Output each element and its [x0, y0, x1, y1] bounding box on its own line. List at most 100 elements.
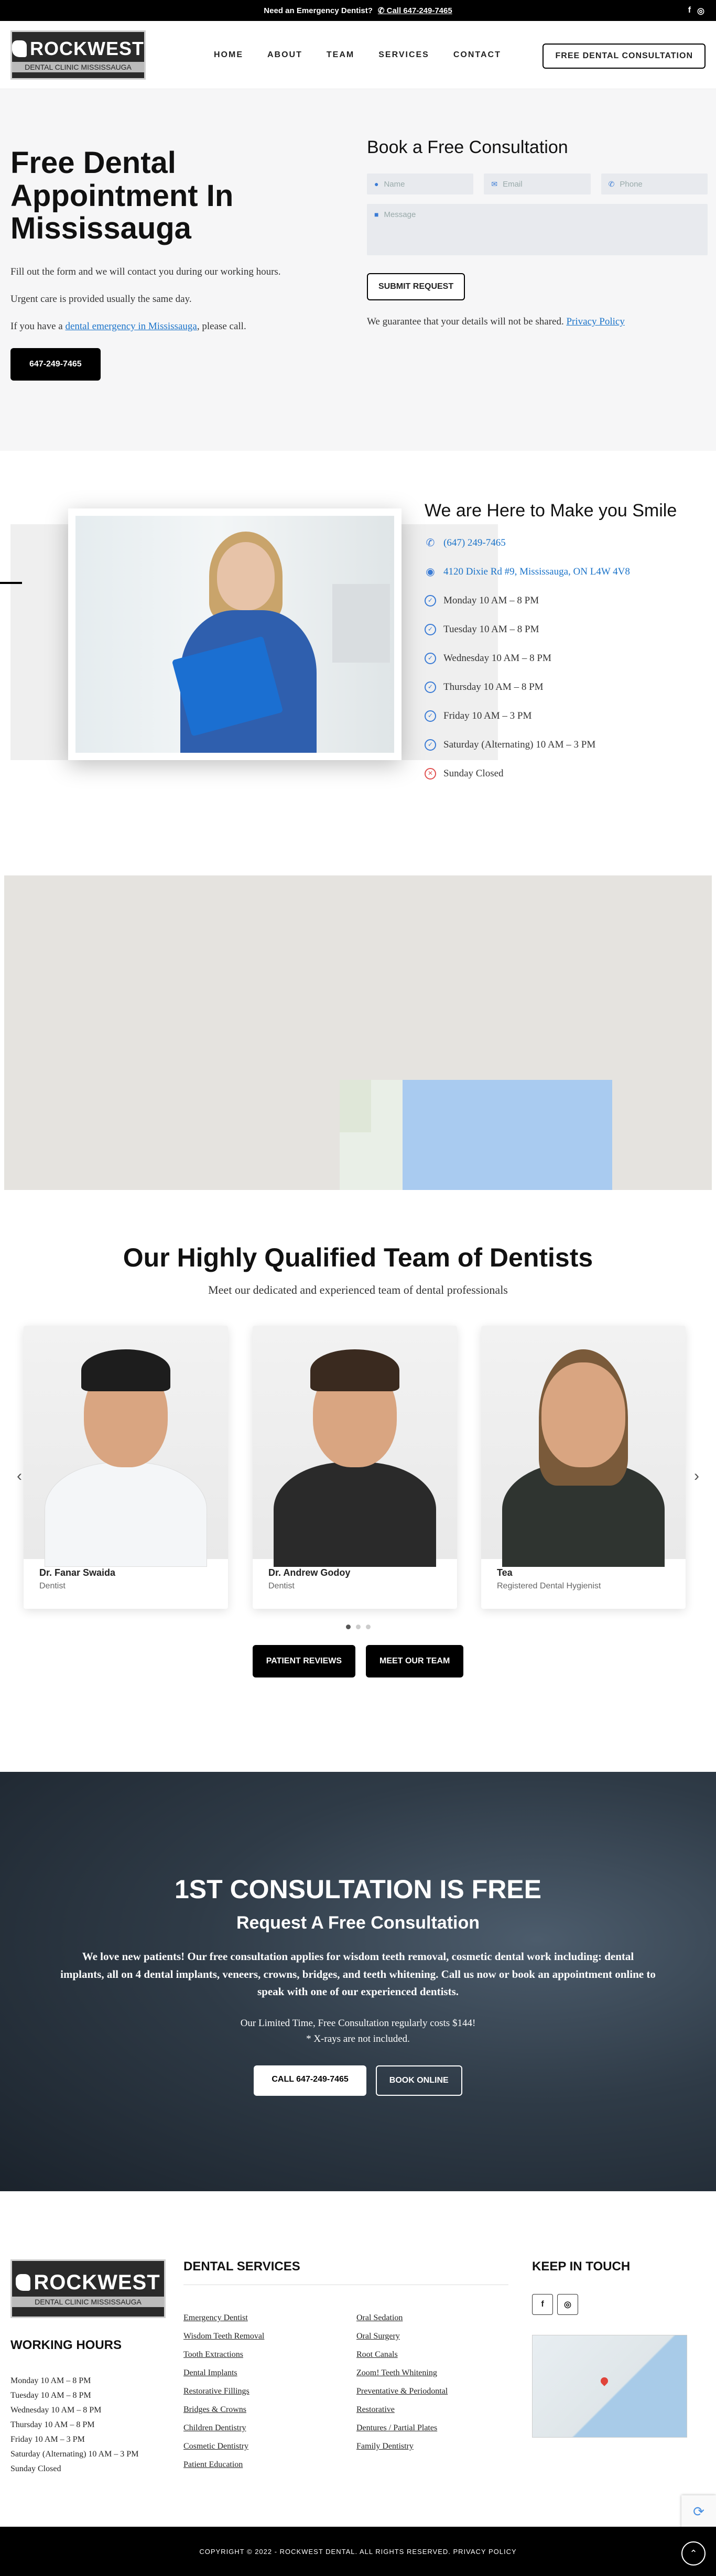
contact-info-section: We are Here to Make you Smile ✆ (647) 249… [0, 451, 716, 828]
service-link[interactable]: Family Dentistry [356, 2442, 508, 2451]
dentist-photo [24, 1326, 228, 1567]
footer-map[interactable] [532, 2335, 687, 2438]
team-carousel: ‹ Dr. Fanar Swaida Dentist Dr. Andrew Go… [0, 1326, 716, 1619]
check-icon: ✓ [425, 710, 436, 722]
service-link[interactable]: Emergency Dentist [183, 2313, 356, 2323]
hygienist-photo [481, 1326, 686, 1567]
nav-home[interactable]: HOME [214, 50, 243, 60]
service-link[interactable]: Preventative & Periodontal [356, 2387, 508, 2396]
map-pin-icon: ◉ [426, 566, 435, 578]
copyright-bar: COPYRIGHT © 2022 - ROCKWEST DENTAL. ALL … [0, 2527, 716, 2576]
carousel-dots [0, 1625, 716, 1629]
check-icon: ✓ [425, 594, 436, 607]
service-link[interactable]: Restorative Fillings [183, 2387, 356, 2396]
team-title: Our Highly Qualified Team of Dentists [123, 1243, 593, 1272]
service-link[interactable]: Tooth Extractions [183, 2350, 356, 2359]
emergency-link[interactable]: dental emergency in Mississauga [65, 321, 197, 332]
call-button[interactable]: CALL 647-249-7465 [254, 2065, 366, 2096]
hero-title: Free Dental Appointment In Mississauga [10, 146, 234, 246]
service-link[interactable]: Dentures / Partial Plates [356, 2423, 508, 2433]
main-nav: HOME ABOUT TEAM SERVICES CONTACT [214, 50, 501, 60]
contact-details: We are Here to Make you Smile ✆ (647) 249… [425, 501, 708, 788]
check-icon: ✓ [425, 623, 436, 635]
meet-team-button[interactable]: MEET OUR TEAM [366, 1645, 464, 1677]
nav-services[interactable]: SERVICES [378, 50, 429, 60]
scroll-to-top-button[interactable]: ⌃ [681, 2541, 706, 2566]
hours-sunday: ✕ Sunday Closed [425, 759, 708, 788]
receptionist-photo [68, 508, 402, 760]
chevron-right-icon[interactable]: › [694, 1467, 699, 1485]
team-card[interactable]: Dr. Fanar Swaida Dentist [24, 1326, 228, 1609]
hours-tuesday: ✓ Tuesday 10 AM – 8 PM [425, 615, 708, 644]
message-icon: ■ [374, 210, 379, 219]
free-consultation-banner: 1ST CONSULTATION IS FREE Request A Free … [0, 1772, 716, 2191]
carousel-dot[interactable] [345, 1625, 351, 1629]
topbar-phone-link[interactable]: ✆ Call 647-249-7465 [378, 6, 452, 15]
smile-title: We are Here to Make you Smile [425, 501, 677, 521]
nav-team[interactable]: TEAM [327, 50, 354, 60]
facebook-icon[interactable]: f [532, 2294, 553, 2315]
submit-request-button[interactable]: SUBMIT REQUEST [367, 273, 465, 300]
facebook-icon[interactable]: f [688, 6, 691, 16]
tooth-icon [16, 2274, 31, 2291]
team-subtitle: Meet our dedicated and experienced team … [208, 1283, 508, 1296]
hours-saturday: ✓ Saturday (Alternating) 10 AM – 3 PM [425, 730, 708, 759]
recaptcha-badge[interactable]: ⟳ [681, 2495, 716, 2529]
phone-field[interactable]: ✆ Phone [601, 174, 708, 194]
service-link[interactable]: Bridges & Crowns [183, 2405, 356, 2415]
tooth-icon [12, 40, 27, 57]
service-link[interactable]: Oral Surgery [356, 2332, 508, 2341]
service-link[interactable]: Zoom! Teeth Whitening [356, 2368, 508, 2378]
site-footer: ROCKWEST DENTAL CLINIC MISSISSAUGA WORKI… [0, 2244, 716, 2521]
site-logo[interactable]: ROCKWEST DENTAL CLINIC MISSISSAUGA [10, 30, 146, 80]
book-online-button[interactable]: BOOK ONLINE [375, 2065, 462, 2096]
footer-hours: WORKING HOURS Monday 10 AM – 8 PM Tuesda… [10, 2338, 139, 2473]
consult-lead: We love new patients! Our free consultat… [60, 1950, 656, 1998]
message-field[interactable]: ■ Message [367, 204, 708, 255]
team-card[interactable]: Dr. Andrew Godoy Dentist [253, 1326, 457, 1609]
decorative-dash [0, 582, 22, 584]
footer-logo[interactable]: ROCKWEST DENTAL CLINIC MISSISSAUGA [10, 2259, 166, 2318]
map-pin-icon [599, 2376, 610, 2386]
dentist-photo [253, 1326, 457, 1567]
team-section: Our Highly Qualified Team of Dentists Me… [0, 1242, 716, 1677]
hours-wednesday: ✓ Wednesday 10 AM – 8 PM [425, 644, 708, 673]
hero-phone-button[interactable]: 647-249-7465 [10, 348, 101, 381]
contact-address[interactable]: ◉ 4120 Dixie Rd #9, Mississauga, ON L4W 4… [425, 557, 708, 586]
instagram-icon[interactable]: ◎ [697, 6, 704, 16]
hours-monday: ✓ Monday 10 AM – 8 PM [425, 586, 708, 615]
nav-about[interactable]: ABOUT [267, 50, 302, 60]
privacy-note: We guarantee that your details will not … [367, 316, 625, 327]
emergency-text: Need an Emergency Dentist? [264, 6, 373, 15]
contact-phone[interactable]: ✆ (647) 249-7465 [425, 528, 708, 557]
service-link[interactable]: Cosmetic Dentistry [183, 2442, 356, 2451]
service-link[interactable]: Patient Education [183, 2460, 356, 2470]
top-bar: Need an Emergency Dentist? ✆ Call 647-24… [0, 0, 716, 21]
service-link[interactable]: Restorative [356, 2405, 508, 2415]
instagram-icon[interactable]: ◎ [557, 2294, 578, 2315]
service-link[interactable]: Root Canals [356, 2350, 508, 2359]
carousel-dot[interactable] [365, 1625, 371, 1629]
service-link[interactable]: Oral Sedation [356, 2313, 508, 2323]
service-link[interactable]: Wisdom Teeth Removal [183, 2332, 356, 2341]
hours-thursday: ✓ Thursday 10 AM – 8 PM [425, 673, 708, 701]
team-card[interactable]: Tea Registered Dental Hygienist [481, 1326, 686, 1609]
check-icon: ✓ [425, 681, 436, 693]
chevron-left-icon[interactable]: ‹ [17, 1467, 22, 1485]
service-link[interactable]: Dental Implants [183, 2368, 356, 2378]
carousel-dot[interactable] [355, 1625, 361, 1629]
check-icon: ✓ [425, 739, 436, 751]
patient-reviews-button[interactable]: PATIENT REVIEWS [252, 1645, 356, 1677]
service-link[interactable]: Children Dentistry [183, 2423, 356, 2433]
privacy-link[interactable]: Privacy Policy [566, 316, 624, 327]
hero-section: Free Dental Appointment In Mississauga F… [0, 89, 716, 451]
email-field[interactable]: ✉ Email [484, 174, 591, 194]
form-title: Book a Free Consultation [367, 137, 568, 157]
nav-contact[interactable]: CONTACT [453, 50, 501, 60]
free-consultation-button[interactable]: FREE DENTAL CONSULTATION [543, 44, 706, 69]
email-icon: ✉ [491, 179, 498, 188]
location-map[interactable] [4, 875, 712, 1190]
consultation-form: Book a Free Consultation ● Name ✉ Email ✆ P… [367, 137, 708, 328]
topbar-social: f ◎ [688, 6, 704, 16]
name-field[interactable]: ● Name [367, 174, 474, 194]
